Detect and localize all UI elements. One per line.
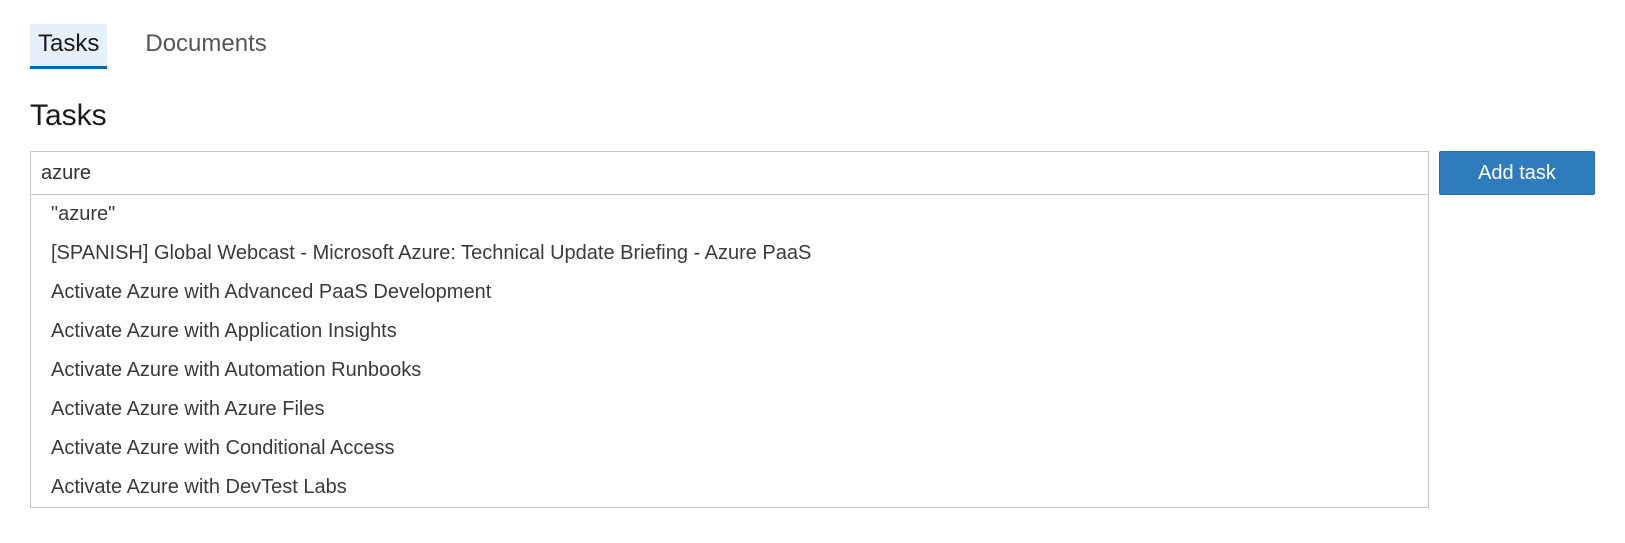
task-input-row: "azure" [SPANISH] Global Webcast - Micro… bbox=[30, 151, 1595, 195]
task-search-input[interactable] bbox=[30, 151, 1429, 195]
tab-tasks[interactable]: Tasks bbox=[30, 24, 107, 69]
suggestion-item[interactable]: Activate Azure with Advanced PaaS Develo… bbox=[31, 273, 1428, 312]
suggestion-item[interactable]: "azure" bbox=[31, 195, 1428, 234]
tabs: Tasks Documents bbox=[30, 24, 1595, 69]
suggestion-item[interactable]: [SPANISH] Global Webcast - Microsoft Azu… bbox=[31, 234, 1428, 273]
add-task-button[interactable]: Add task bbox=[1439, 151, 1595, 195]
suggestion-item[interactable]: Activate Azure with Conditional Access bbox=[31, 429, 1428, 468]
suggestion-item[interactable]: Activate Azure with Automation Runbooks bbox=[31, 351, 1428, 390]
suggestion-item[interactable]: Activate Azure with Azure Files bbox=[31, 390, 1428, 429]
tab-documents[interactable]: Documents bbox=[137, 24, 274, 69]
suggestion-item[interactable]: Activate Azure with Application Insights bbox=[31, 312, 1428, 351]
suggestion-dropdown[interactable]: "azure" [SPANISH] Global Webcast - Micro… bbox=[30, 195, 1429, 508]
page-title: Tasks bbox=[30, 99, 1595, 133]
search-wrapper: "azure" [SPANISH] Global Webcast - Micro… bbox=[30, 151, 1429, 195]
suggestion-item[interactable]: Activate Azure with DevTest Labs bbox=[31, 468, 1428, 507]
